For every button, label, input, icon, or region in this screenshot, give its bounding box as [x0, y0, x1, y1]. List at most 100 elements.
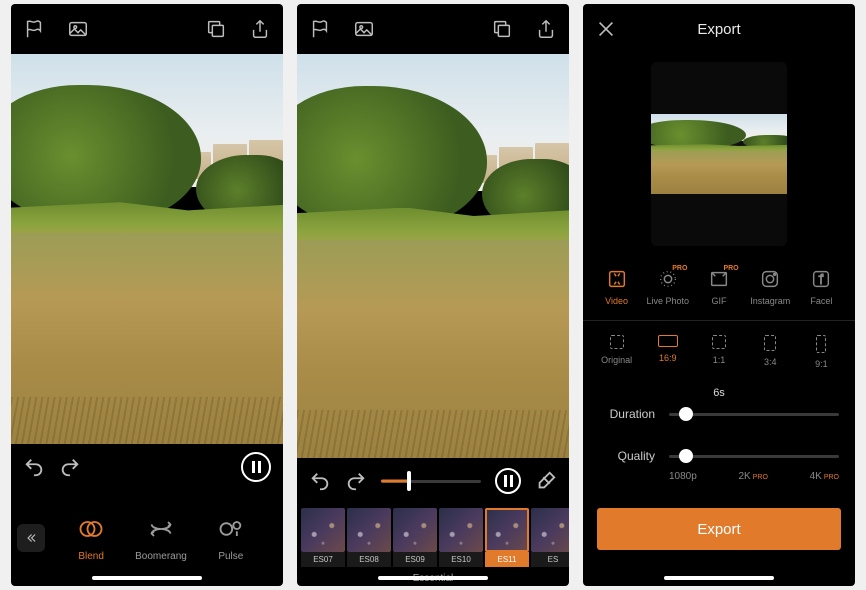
filter-thumb: [485, 508, 529, 552]
quality-slider[interactable]: [669, 447, 839, 465]
ratio-shape: [764, 335, 776, 351]
filter-thumb: [301, 508, 345, 552]
dest-label: Facel: [810, 296, 832, 306]
progress-slider[interactable]: [381, 469, 481, 493]
blend-icon: [77, 515, 105, 543]
preview-canvas[interactable]: [11, 54, 283, 444]
top-toolbar: [297, 4, 569, 54]
ratio-16-9[interactable]: 16:9: [644, 335, 691, 369]
duration-slider[interactable]: [669, 405, 839, 423]
share-icon[interactable]: [249, 18, 271, 40]
ratio-1-1[interactable]: 1:1: [695, 335, 742, 369]
quality-block: Quality 1080p 2KPRO 4KPRO: [583, 431, 855, 490]
dest-video[interactable]: Video: [593, 268, 640, 306]
flag-icon[interactable]: [23, 18, 45, 40]
filter-strip: ES07ES08ES09ES10ES11ES Essential: [297, 504, 569, 586]
filter-label: ES08: [347, 552, 391, 567]
quality-tick: 1080p: [669, 471, 697, 482]
pro-badge: PRO: [672, 265, 687, 272]
pause-button[interactable]: [495, 468, 521, 494]
eraser-icon[interactable]: [535, 470, 557, 492]
filter-thumb: [531, 508, 569, 552]
home-indicator: [92, 576, 202, 580]
playback-row: [11, 444, 283, 490]
aspect-ratio-row: Original 16:9 1:1 3:4 9:1: [583, 321, 855, 379]
home-indicator: [664, 576, 774, 580]
copy-icon[interactable]: [491, 18, 513, 40]
filter-es11[interactable]: ES11: [485, 508, 529, 567]
duration-label: Duration: [599, 407, 655, 421]
mode-label: Pulse: [218, 551, 243, 562]
filter-label: ES: [531, 552, 569, 567]
mode-label: Boomerang: [135, 551, 187, 562]
filter-es10[interactable]: ES10: [439, 508, 483, 567]
copy-icon[interactable]: [205, 18, 227, 40]
mode-row: Blend Boomerang Pulse: [11, 490, 283, 586]
image-icon[interactable]: [67, 18, 89, 40]
ratio-label: Original: [601, 355, 632, 365]
dest-facebook[interactable]: Facel: [798, 268, 845, 306]
image-icon[interactable]: [353, 18, 375, 40]
filter-thumb: [347, 508, 391, 552]
share-icon[interactable]: [535, 18, 557, 40]
dest-label: Instagram: [750, 296, 790, 306]
dest-gif[interactable]: PRO GIF: [695, 268, 742, 306]
destination-row: Video PRO Live Photo PRO GIF Instagram Facel: [583, 262, 855, 321]
dest-label: GIF: [712, 296, 727, 306]
filter-es09[interactable]: ES09: [393, 508, 437, 567]
dest-label: Live Photo: [647, 296, 690, 306]
dest-livephoto[interactable]: PRO Live Photo: [644, 268, 691, 306]
home-indicator: [378, 576, 488, 580]
pause-button[interactable]: [241, 452, 271, 482]
ratio-label: 1:1: [713, 355, 726, 365]
top-toolbar: [11, 4, 283, 54]
playback-row: [297, 458, 569, 504]
undo-icon[interactable]: [23, 456, 45, 478]
mode-pulse[interactable]: Pulse: [217, 515, 245, 562]
pro-badge: PRO: [723, 265, 738, 272]
editor-screen-blend: Blend Boomerang Pulse: [11, 4, 283, 586]
filter-es07[interactable]: ES07: [301, 508, 345, 567]
quality-label: Quality: [599, 449, 655, 463]
boomerang-icon: [147, 515, 175, 543]
mode-boomerang[interactable]: Boomerang: [135, 515, 187, 562]
redo-icon[interactable]: [59, 456, 81, 478]
ratio-shape: [712, 335, 726, 349]
editor-screen-filters: ES07ES08ES09ES10ES11ES Essential: [297, 4, 569, 586]
dest-instagram[interactable]: Instagram: [747, 268, 794, 306]
quality-tick: 2KPRO: [739, 471, 768, 482]
redo-icon[interactable]: [345, 470, 367, 492]
filter-label: ES11: [485, 552, 529, 567]
filter-thumb: [439, 508, 483, 552]
export-title: Export: [697, 21, 740, 38]
ratio-original[interactable]: Original: [593, 335, 640, 369]
ratio-9-16[interactable]: 9:1: [798, 335, 845, 369]
close-icon[interactable]: [595, 18, 617, 40]
ratio-label: 16:9: [659, 353, 677, 363]
collapse-button[interactable]: [17, 524, 45, 552]
export-screen: Export Video PRO Live Photo PRO GIF Instagram…: [583, 4, 855, 586]
undo-icon[interactable]: [309, 470, 331, 492]
ratio-label: 3:4: [764, 357, 777, 367]
duration-value: 6s: [599, 387, 839, 399]
filter-es12[interactable]: ES: [531, 508, 569, 567]
export-button[interactable]: Export: [597, 508, 841, 550]
quality-tick: 4KPRO: [810, 471, 839, 482]
filter-label: ES07: [301, 552, 345, 567]
duration-block: 6s Duration: [583, 379, 855, 431]
ratio-shape: [658, 335, 678, 347]
instagram-icon: [759, 268, 781, 290]
flag-icon[interactable]: [309, 18, 331, 40]
ratio-shape: [610, 335, 624, 349]
filter-thumb: [393, 508, 437, 552]
ratio-label: 9:1: [815, 359, 828, 369]
quality-ticks: 1080p 2KPRO 4KPRO: [599, 465, 839, 482]
ratio-3-4[interactable]: 3:4: [747, 335, 794, 369]
filter-es08[interactable]: ES08: [347, 508, 391, 567]
preview-canvas[interactable]: [297, 54, 569, 458]
export-preview: [651, 62, 787, 246]
filter-label: ES10: [439, 552, 483, 567]
filter-label: ES09: [393, 552, 437, 567]
export-header: Export: [583, 4, 855, 54]
mode-blend[interactable]: Blend: [77, 515, 105, 562]
